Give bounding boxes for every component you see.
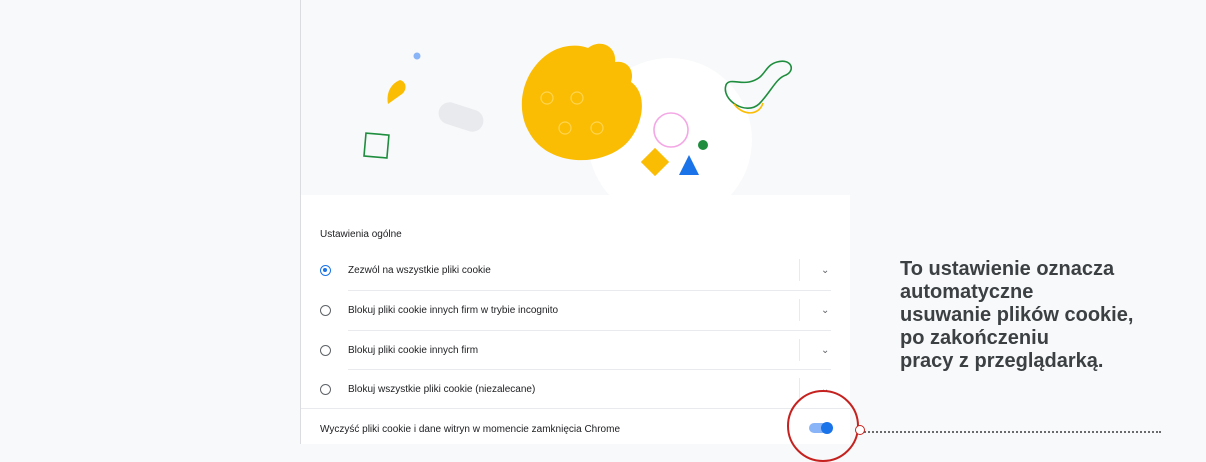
annotation-highlight-circle (787, 390, 859, 462)
cookie-settings-panel: Ustawienia ogólne Zezwól na wszystkie pl… (301, 0, 850, 444)
radio-icon[interactable] (320, 304, 331, 316)
cookie-illustration (363, 43, 793, 195)
callout-line-4: po zakończeniu (900, 327, 1049, 349)
callout-line-2: automatyczne (900, 281, 1034, 303)
radio-icon[interactable] (320, 264, 331, 276)
option-separator (799, 259, 800, 281)
radio-icon[interactable] (320, 383, 331, 395)
section-divider (301, 408, 850, 409)
annotation-dot (855, 425, 865, 435)
callout-line-3: usuwanie plików cookie, (900, 304, 1134, 326)
option-label: Blokuj pliki cookie innych firm w trybie… (348, 304, 559, 316)
option-block-third-party[interactable]: Blokuj pliki cookie innych firm ⌄ (301, 331, 850, 369)
section-title: Ustawienia ogólne (320, 229, 402, 240)
option-separator (799, 339, 800, 361)
annotation-callout: To ustawienie oznacza automatyczne usuwa… (900, 258, 1200, 373)
option-allow-all[interactable]: Zezwól na wszystkie pliki cookie ⌄ (301, 251, 850, 289)
option-label: Zezwól na wszystkie pliki cookie (348, 264, 491, 276)
option-label: Blokuj pliki cookie innych firm (348, 344, 479, 356)
header-strip (301, 0, 850, 12)
chevron-down-icon[interactable]: ⌄ (821, 345, 829, 356)
clear-on-exit-label: Wyczyść pliki cookie i dane witryn w mom… (320, 424, 621, 435)
chevron-down-icon[interactable]: ⌄ (821, 305, 829, 316)
callout-line-5: pracy z przeglądarką. (900, 350, 1104, 372)
option-block-third-party-incognito[interactable]: Blokuj pliki cookie innych firm w trybie… (301, 291, 850, 329)
option-separator (799, 299, 800, 321)
option-block-all[interactable]: Blokuj wszystkie pliki cookie (niezaleca… (301, 370, 850, 408)
radio-icon[interactable] (320, 344, 331, 356)
left-sidebar-area (0, 0, 300, 444)
option-label: Blokuj wszystkie pliki cookie (niezaleca… (348, 383, 536, 395)
annotation-dotted-line (861, 431, 1161, 433)
chevron-down-icon[interactable]: ⌄ (821, 265, 829, 276)
cookie-hero-illustration (301, 0, 850, 195)
callout-line-1: To ustawienie oznacza (900, 258, 1115, 280)
